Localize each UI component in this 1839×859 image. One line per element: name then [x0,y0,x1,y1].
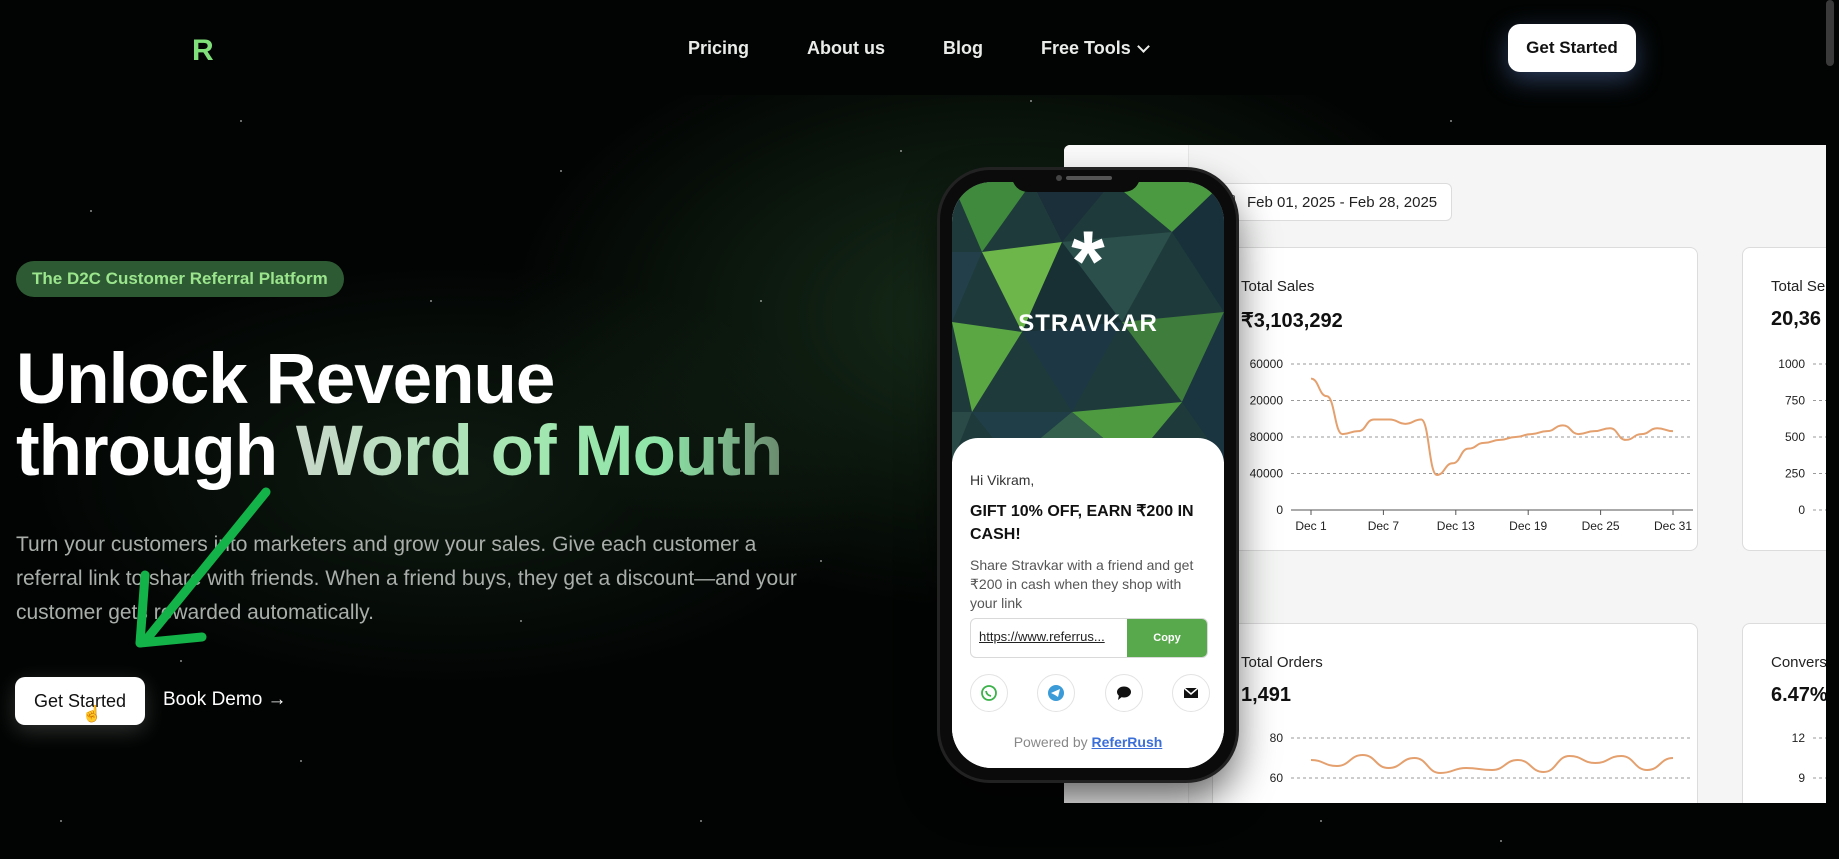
star [60,820,62,822]
y-tick-label: 40000 [1250,467,1284,481]
message-icon[interactable] [1104,674,1143,712]
star [900,150,902,152]
referrush-link[interactable]: ReferRush [1092,734,1163,750]
scrollbar-thumb[interactable] [1826,0,1834,66]
y-tick-label: 500 [1785,430,1805,444]
star [430,300,432,302]
series-line [1310,753,1674,775]
star [300,760,302,762]
headline-line-1: Unlock Revenue [16,340,555,419]
star [180,660,182,662]
star [90,210,92,212]
greeting-text: Hi Vikram, [970,472,1035,488]
whatsapp-icon[interactable] [970,674,1008,712]
referral-link-text[interactable]: https://www.referrus... [979,629,1119,644]
brand-logo-icon: * [1071,214,1105,310]
star [1030,100,1032,102]
offer-description: Share Stravkar with a friend and get ₹20… [970,557,1194,611]
total-se-chart: 1000 750 500 250 0 [1778,357,1826,517]
y-tick-label: 250 [1785,467,1805,481]
total-orders-chart: 80 60 [1270,731,1693,785]
y-tick-label: 60 [1270,771,1284,785]
book-demo-link[interactable]: Book Demo → [163,689,287,711]
y-tick-label: 750 [1785,394,1805,408]
referral-sheet: Hi Vikram, GIFT 10% OFF, EARN ₹200 IN CA… [952,438,1224,768]
nav-get-started-button[interactable]: Get Started [1508,24,1636,72]
x-tick-label: Dec 1 [1295,519,1327,533]
x-tick-label: Dec 13 [1437,519,1475,533]
x-tick-label: Dec 19 [1509,519,1547,533]
star [240,120,242,122]
convers-chart: 12 9 [1792,731,1826,785]
x-tick-label: Dec 7 [1368,519,1400,533]
hand-cursor-icon: ☝ [82,706,102,723]
convers-card: Convers 6.47% 12 9 [1742,623,1826,803]
star [1500,840,1502,842]
x-tick-label: Dec 31 [1654,519,1692,533]
star [1450,120,1452,122]
y-tick-label: 0 [1798,503,1805,517]
telegram-icon[interactable] [1037,674,1076,712]
y-tick-label: 9 [1798,771,1805,785]
phone-screen: * STRAVKAR Hi Vikram, GIFT 10% OFF, EARN… [952,182,1224,768]
total-orders-card: Total Orders 1,491 80 60 [1212,623,1698,803]
camera-icon [1056,175,1062,181]
x-tick-label: Dec 25 [1582,519,1620,533]
hero-headline: Unlock Revenue through Word of Mouth [16,340,783,491]
nav-free-tools-dropdown[interactable]: Free Tools [1041,38,1150,59]
headline-highlight: Word of Mouth [295,412,783,491]
hero-get-started-button[interactable]: Get Started [15,677,145,725]
nav-link-blog[interactable]: Blog [943,38,983,59]
total-sales-card: Total Sales ₹3,103,292 60000 20000 80000 40… [1212,247,1698,551]
mail-icon[interactable] [1171,674,1210,712]
y-tick-label: 60000 [1250,357,1284,371]
date-range-picker[interactable]: Feb 01, 2025 - Feb 28, 2025 [1210,183,1452,221]
y-tick-label: 20000 [1250,394,1284,408]
powered-by: Powered by ReferRush [952,734,1224,750]
phone-mockup: * STRAVKAR Hi Vikram, GIFT 10% OFF, EARN… [940,170,1236,780]
nav-link-pricing[interactable]: Pricing [688,38,749,59]
star [1320,820,1322,822]
annotation-arrow-icon [135,487,271,648]
free-tools-label: Free Tools [1041,38,1131,58]
y-tick-label: 0 [1276,503,1283,517]
y-tick-label: 12 [1792,731,1806,745]
date-range-text: Feb 01, 2025 - Feb 28, 2025 [1247,193,1438,211]
brand-name: STRAVKAR [1018,310,1158,337]
referral-link-field[interactable]: https://www.referrus... Copy [970,618,1208,658]
total-sales-chart: 60000 20000 80000 40000 0 Dec 1 Dec 7 Dec 13 Dec… [1250,357,1693,533]
chevron-down-icon [1136,40,1150,53]
hero-badge: The D2C Customer Referral Platform [16,261,344,297]
star [700,820,702,822]
copy-button[interactable]: Copy [1127,619,1207,657]
speaker-icon [1066,176,1112,180]
powered-by-prefix: Powered by [1013,734,1092,750]
share-buttons [970,674,1210,712]
star [760,300,762,302]
y-tick-label: 80 [1270,731,1284,745]
phone-notch [1012,170,1140,192]
y-tick-label: 80000 [1250,430,1284,444]
main-nav: Pricing About us Blog Free Tools [688,38,1150,59]
series-line [1310,377,1674,476]
star [560,170,562,172]
logo[interactable]: R [192,34,214,68]
y-tick-label: 1000 [1778,357,1805,371]
total-se-card: Total Se 20,36 1000 750 500 250 0 [1742,247,1826,551]
offer-title: GIFT 10% OFF, EARN ₹200 IN CASH! [970,503,1194,543]
nav-link-about[interactable]: About us [807,38,885,59]
